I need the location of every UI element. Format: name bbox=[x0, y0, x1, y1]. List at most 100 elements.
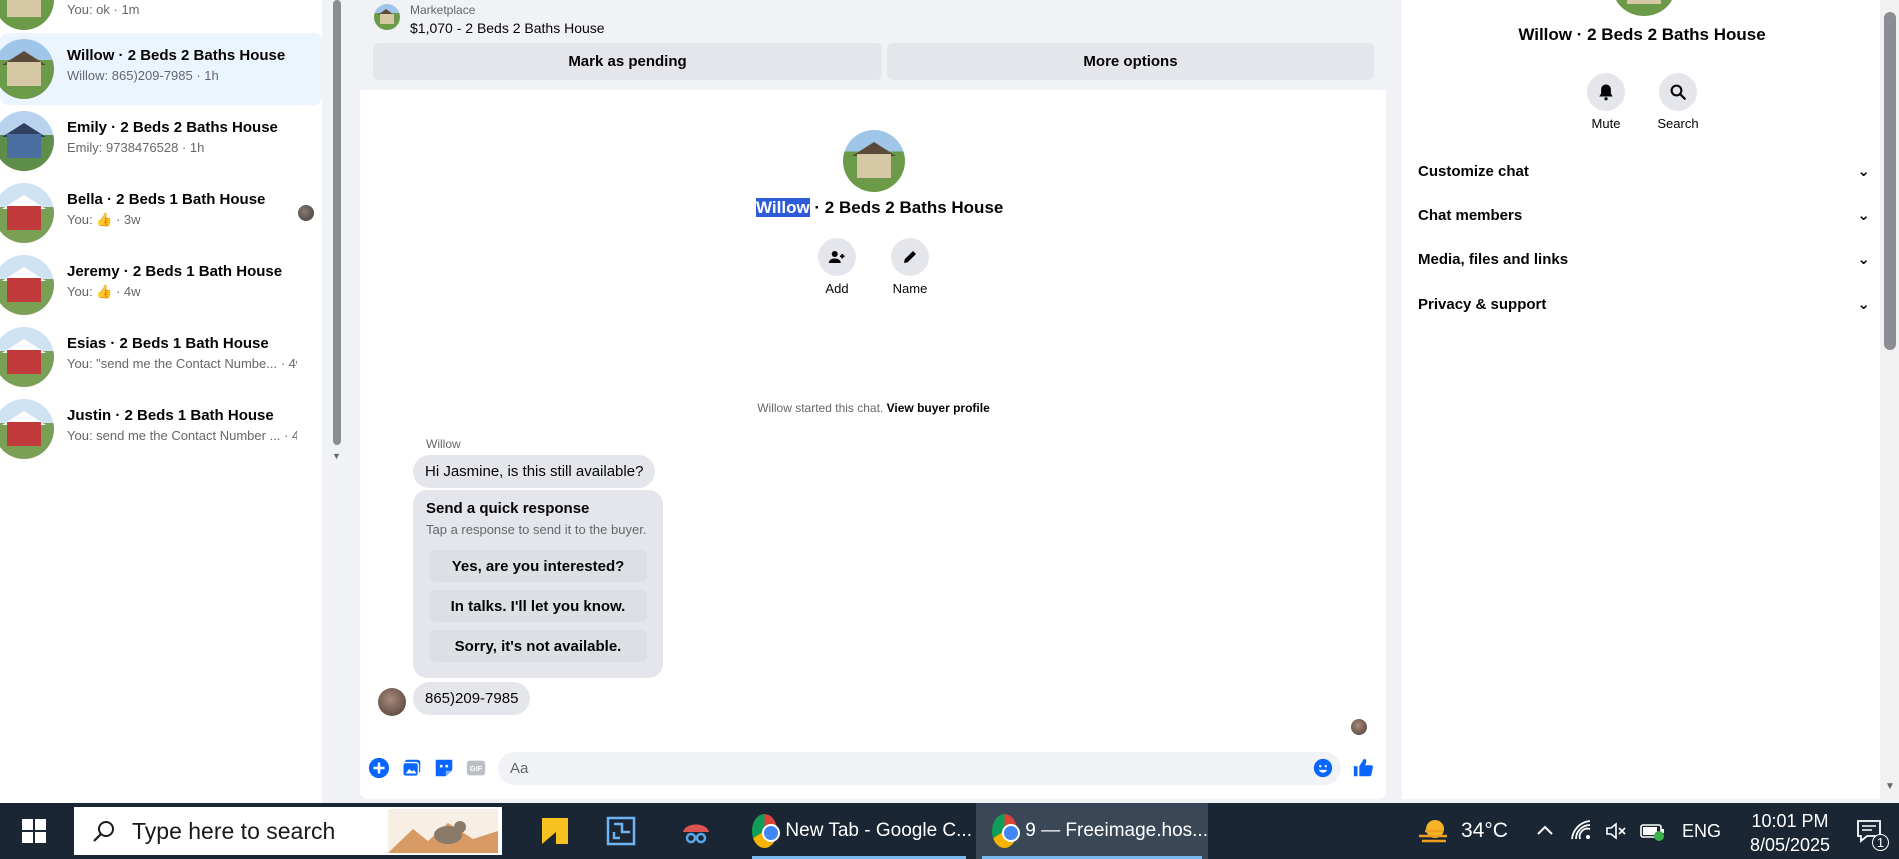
conversation-preview: You: "send me the Contact Numbe... · 4w bbox=[67, 356, 297, 371]
edit-name-button[interactable] bbox=[891, 238, 929, 276]
mute-button[interactable] bbox=[1587, 73, 1625, 111]
language-indicator[interactable]: ENG bbox=[1682, 803, 1721, 859]
quick-response-button[interactable]: Yes, are you interested? bbox=[429, 550, 647, 582]
notifications-button[interactable]: 1 bbox=[1856, 803, 1889, 859]
conversation-item-jeremy[interactable]: Jeremy · 2 Beds 1 Bath House You: 👍 · 4w bbox=[0, 249, 322, 321]
listing-thumbnail[interactable] bbox=[374, 4, 400, 30]
sticky-notes-icon[interactable] bbox=[524, 803, 586, 859]
taskbar-search-box[interactable]: Type here to search bbox=[74, 807, 502, 855]
chat-panel bbox=[360, 0, 1386, 799]
conversation-avatar bbox=[0, 399, 54, 459]
conversation-item-esias[interactable]: Esias · 2 Beds 1 Bath House You: "send m… bbox=[0, 321, 322, 393]
taskbar-app-label: 9 — Freeimage.hos... bbox=[1025, 820, 1208, 841]
weather-widget[interactable]: 34°C bbox=[1417, 803, 1508, 859]
emoji-icon[interactable] bbox=[1312, 757, 1334, 779]
conversation-title: Justin · 2 Beds 1 Bath House bbox=[67, 407, 274, 424]
snip-sketch-icon[interactable] bbox=[665, 803, 727, 859]
conversation-avatar bbox=[0, 183, 54, 243]
listing-price-title[interactable]: $1,070 - 2 Beds 2 Baths House bbox=[410, 20, 605, 36]
message-input[interactable] bbox=[498, 752, 1341, 785]
quick-response-title: Send a quick response bbox=[426, 500, 590, 517]
windows-taskbar: Type here to search New Tab - Google C..… bbox=[0, 803, 1899, 859]
selected-name-text: Willow bbox=[756, 198, 810, 217]
pencil-icon bbox=[904, 251, 916, 263]
svg-text:GIF: GIF bbox=[470, 764, 483, 773]
start-button[interactable] bbox=[0, 803, 68, 859]
network-icon[interactable] bbox=[1570, 803, 1594, 859]
scrollbar-thumb[interactable] bbox=[1884, 12, 1896, 350]
conversation-avatar bbox=[0, 255, 54, 315]
listing-title-text: · 2 Beds 2 Baths House bbox=[809, 198, 1004, 217]
chat-members-row[interactable]: Chat members ⌄ bbox=[1418, 200, 1870, 230]
chevron-down-icon: ⌄ bbox=[1857, 207, 1870, 224]
add-people-button[interactable] bbox=[818, 238, 856, 276]
chat-profile-title: Willow · 2 Beds 2 Baths House bbox=[756, 198, 1003, 218]
marketplace-label: Marketplace bbox=[410, 3, 476, 17]
thumbs-up-icon[interactable] bbox=[1352, 757, 1374, 779]
chevron-down-icon: ⌄ bbox=[1857, 296, 1870, 313]
photo-icon[interactable] bbox=[401, 757, 423, 779]
show-hidden-icons-chevron-icon[interactable] bbox=[1535, 803, 1555, 859]
conversation-preview: You: 👍 · 4w bbox=[67, 284, 141, 299]
conversation-title: Bella · 2 Beds 1 Bath House bbox=[67, 191, 266, 208]
conversation-item[interactable]: You: ok · 1m bbox=[0, 0, 322, 36]
clock-date: 8/05/2025 bbox=[1749, 835, 1831, 855]
page-scrollbar[interactable]: ▼ bbox=[1881, 0, 1899, 799]
weather-sun-haze-icon bbox=[1419, 820, 1447, 843]
quick-response-button[interactable]: Sorry, it's not available. bbox=[429, 630, 647, 662]
chat-profile-avatar[interactable] bbox=[843, 130, 905, 192]
sticker-icon[interactable] bbox=[433, 757, 455, 779]
volume-muted-icon[interactable] bbox=[1604, 803, 1628, 859]
quick-response-subtitle: Tap a response to send it to the buyer. bbox=[426, 522, 647, 537]
conversation-preview: Willow: 865)209-7985 · 1h bbox=[67, 68, 219, 83]
conversation-preview: Emily: 9738476528 · 1h bbox=[67, 140, 205, 155]
gif-icon[interactable]: GIF bbox=[465, 757, 487, 779]
search-placeholder: Type here to search bbox=[132, 817, 336, 844]
conversation-list-scrollbar[interactable] bbox=[333, 0, 341, 445]
conversation-title: Jeremy · 2 Beds 1 Bath House bbox=[67, 263, 283, 280]
info-avatar[interactable] bbox=[1613, 0, 1675, 16]
taskbar-app-freeimage[interactable]: 9 — Freeimage.hos... bbox=[976, 803, 1208, 859]
snipping-app-icon[interactable] bbox=[590, 803, 652, 859]
add-label: Add bbox=[825, 281, 849, 296]
sender-name: Willow bbox=[426, 437, 461, 451]
message-bubble: 865)209-7985 bbox=[413, 682, 531, 715]
taskbar-clock[interactable]: 10:01 PM 8/05/2025 bbox=[1730, 809, 1850, 857]
scroll-down-arrow-icon[interactable]: ▼ bbox=[1885, 781, 1895, 792]
view-buyer-profile-link[interactable]: View buyer profile bbox=[887, 401, 990, 415]
mute-label: Mute bbox=[1591, 116, 1621, 131]
quick-response-button[interactable]: In talks. I'll let you know. bbox=[429, 590, 647, 622]
row-label: Media, files and links bbox=[1418, 250, 1569, 268]
bell-icon bbox=[1599, 84, 1613, 101]
conversation-item-bella[interactable]: Bella · 2 Beds 1 Bath House You: 👍 · 3w bbox=[0, 177, 322, 249]
conversation-avatar bbox=[0, 327, 54, 387]
sender-avatar[interactable] bbox=[378, 688, 406, 716]
row-label: Customize chat bbox=[1418, 162, 1529, 180]
notification-count-badge: 1 bbox=[1872, 834, 1889, 851]
scroll-down-arrow-icon[interactable]: ▼ bbox=[332, 451, 341, 461]
temperature-text: 34°C bbox=[1461, 819, 1508, 842]
search-conversation-button[interactable] bbox=[1659, 73, 1697, 111]
message-bubble: Hi Jasmine, is this still available? bbox=[413, 455, 656, 488]
language-text: ENG bbox=[1682, 820, 1722, 841]
search-icon bbox=[1670, 84, 1686, 100]
chrome-icon bbox=[992, 814, 1021, 848]
taskbar-app-new-tab[interactable]: New Tab - Google C... bbox=[746, 803, 972, 859]
conversation-item-willow[interactable]: Willow · 2 Beds 2 Baths House Willow: 86… bbox=[0, 33, 322, 105]
chat-started-text: Willow started this chat. bbox=[757, 401, 884, 415]
conversation-title: Emily · 2 Beds 2 Baths House bbox=[67, 119, 278, 136]
privacy-support-row[interactable]: Privacy & support ⌄ bbox=[1418, 289, 1870, 319]
messenger-app: You: ok · 1m Willow · 2 Beds 2 Baths Hou… bbox=[0, 0, 1899, 803]
media-files-links-row[interactable]: Media, files and links ⌄ bbox=[1418, 244, 1870, 274]
chat-info-panel bbox=[1402, 0, 1880, 799]
conversation-item-justin[interactable]: Justin · 2 Beds 1 Bath House You: send m… bbox=[0, 393, 322, 465]
mark-as-pending-button[interactable]: Mark as pending bbox=[373, 43, 882, 80]
conversation-item-emily[interactable]: Emily · 2 Beds 2 Baths House Emily: 9738… bbox=[0, 105, 322, 177]
more-options-button[interactable]: More options bbox=[887, 43, 1374, 80]
seen-avatar-icon bbox=[298, 205, 314, 221]
battery-charging-icon[interactable] bbox=[1640, 803, 1666, 859]
customize-chat-row[interactable]: Customize chat ⌄ bbox=[1418, 156, 1870, 186]
conversation-title: Esias · 2 Beds 1 Bath House bbox=[67, 335, 269, 352]
name-label: Name bbox=[892, 281, 928, 296]
plus-circle-icon[interactable] bbox=[368, 757, 390, 779]
